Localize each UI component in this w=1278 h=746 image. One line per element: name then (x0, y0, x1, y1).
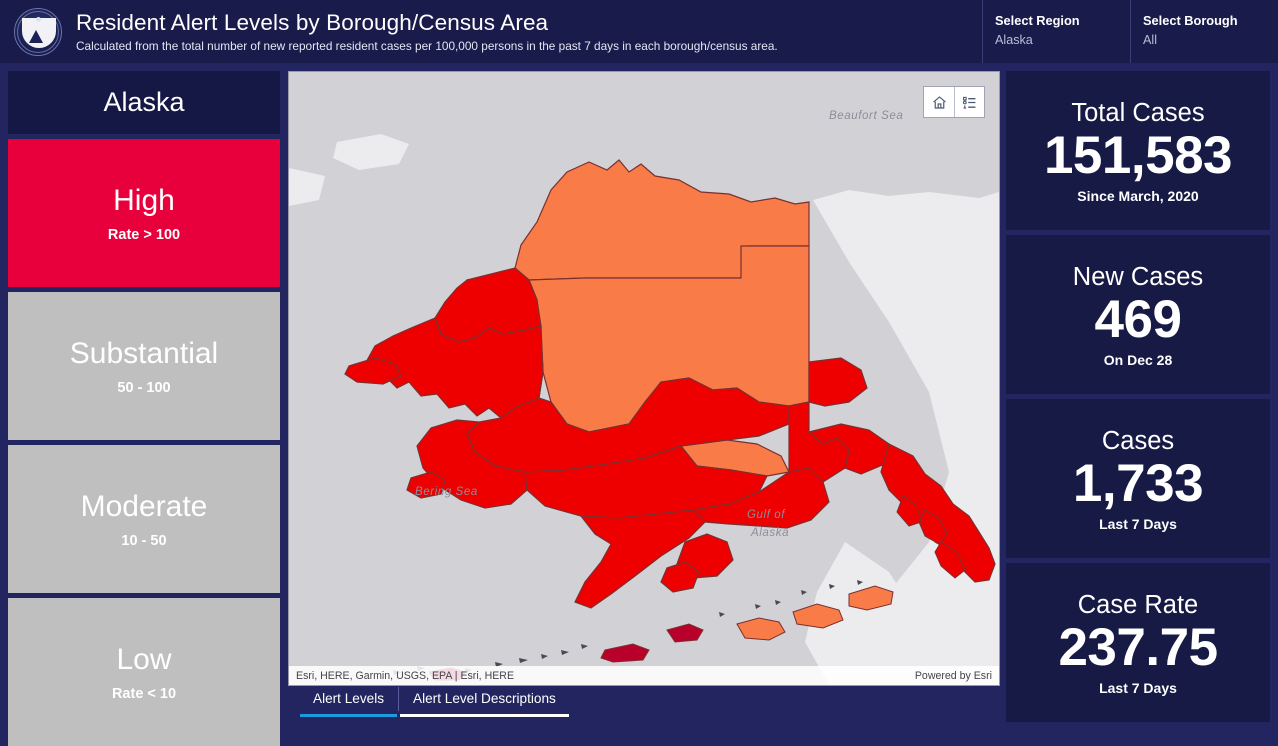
stat-total-cases-sub: Since March, 2020 (1077, 187, 1199, 204)
stat-total-cases-title: Total Cases (1071, 98, 1205, 127)
legend-item-low[interactable]: Low Rate < 10 (8, 598, 280, 746)
stat-card-new-cases: New Cases 469 On Dec 28 (1006, 235, 1270, 394)
legend-item-high[interactable]: High Rate > 100 (8, 139, 280, 287)
select-borough-label: Select Borough (1143, 13, 1238, 28)
stat-case-rate-value: 237.75 (1058, 617, 1218, 677)
stat-card-cases: Cases 1,733 Last 7 Days (1006, 399, 1270, 558)
legend-item-moderate-range: 10 - 50 (121, 532, 167, 549)
legend-item-substantial-range: 50 - 100 (117, 379, 171, 396)
map-region-substantial-aleut1 (736, 617, 786, 641)
map-tabs[interactable]: Alert Levels Alert Level Descriptions (300, 687, 569, 717)
state-of-alaska-seal-icon (14, 7, 62, 56)
app-header: Resident Alert Levels by Borough/Census … (0, 0, 1278, 63)
map-land-siberia (289, 168, 325, 206)
stat-card-case-rate: Case Rate 237.75 Last 7 Days (1006, 563, 1270, 722)
header-left: Resident Alert Levels by Borough/Census … (0, 0, 982, 63)
map-region-high-valdez (808, 357, 868, 407)
tab-separator (398, 687, 400, 711)
map-attribution-text: Esri, HERE, Garmin, USGS, EPA | Esri, HE… (296, 669, 515, 682)
legend-item-moderate-name: Moderate (80, 489, 208, 523)
stat-cases-title: Cases (1101, 426, 1175, 455)
stat-new-cases-title: New Cases (1072, 262, 1204, 291)
legend-item-high-name: High (113, 183, 175, 217)
select-region-label: Select Region (995, 13, 1080, 28)
select-borough[interactable]: Select Borough All (1130, 0, 1278, 63)
select-region[interactable]: Select Region Alaska (982, 0, 1130, 63)
stat-cases-value: 1,733 (1072, 453, 1204, 513)
stat-case-rate-sub: Last 7 Days (1099, 679, 1177, 696)
map-controls[interactable] (923, 86, 985, 118)
legend-item-substantial-name: Substantial (69, 336, 219, 370)
stat-new-cases-sub: On Dec 28 (1103, 351, 1173, 368)
legend-item-low-name: Low (116, 642, 172, 676)
stat-case-rate-title: Case Rate (1077, 590, 1199, 619)
tab-alert-levels[interactable]: Alert Levels (300, 687, 398, 717)
page-subtitle: Calculated from the total number of new … (76, 38, 778, 53)
page-title: Resident Alert Levels by Borough/Census … (76, 9, 549, 35)
map-region-high-matsu (788, 401, 850, 483)
title-block: Resident Alert Levels by Borough/Census … (62, 10, 778, 54)
map-region-high-aleut-far2 (600, 643, 650, 663)
map-canvas (289, 134, 999, 685)
legend-heading-card: Alaska (8, 71, 280, 134)
legend-heading-text: Alaska (103, 87, 185, 117)
alert-level-legend: Alaska High Rate > 100 Substantial 50 - … (8, 71, 280, 746)
legend-item-moderate[interactable]: Moderate 10 - 50 (8, 445, 280, 593)
map-region-high-aleut-far1 (666, 623, 704, 643)
stat-total-cases-value: 151,583 (1043, 125, 1233, 185)
legend-item-substantial[interactable]: Substantial 50 - 100 (8, 292, 280, 440)
home-icon[interactable] (924, 87, 954, 117)
select-borough-value: All (1143, 33, 1157, 47)
tab-alert-level-descriptions[interactable]: Alert Level Descriptions (400, 687, 569, 717)
map-powered-by: Powered by Esri (914, 669, 992, 682)
stat-cases-sub: Last 7 Days (1099, 515, 1177, 532)
stats-panel: Total Cases 151,583 Since March, 2020 Ne… (1006, 71, 1270, 722)
legend-list-icon[interactable] (954, 87, 984, 117)
map-attribution-bar: Esri, HERE, Garmin, USGS, EPA | Esri, HE… (289, 666, 999, 685)
legend-item-low-range: Rate < 10 (111, 685, 177, 702)
legend-item-high-range: Rate > 100 (107, 226, 181, 243)
map-land-nw-island (333, 134, 409, 170)
stat-new-cases-value: 469 (1094, 289, 1182, 349)
stat-card-total-cases: Total Cases 151,583 Since March, 2020 (1006, 71, 1270, 230)
alaska-choropleth-map[interactable]: Beaufort Sea Bering Sea Gulf of Alaska E… (288, 71, 1000, 686)
select-region-value: Alaska (995, 33, 1033, 47)
